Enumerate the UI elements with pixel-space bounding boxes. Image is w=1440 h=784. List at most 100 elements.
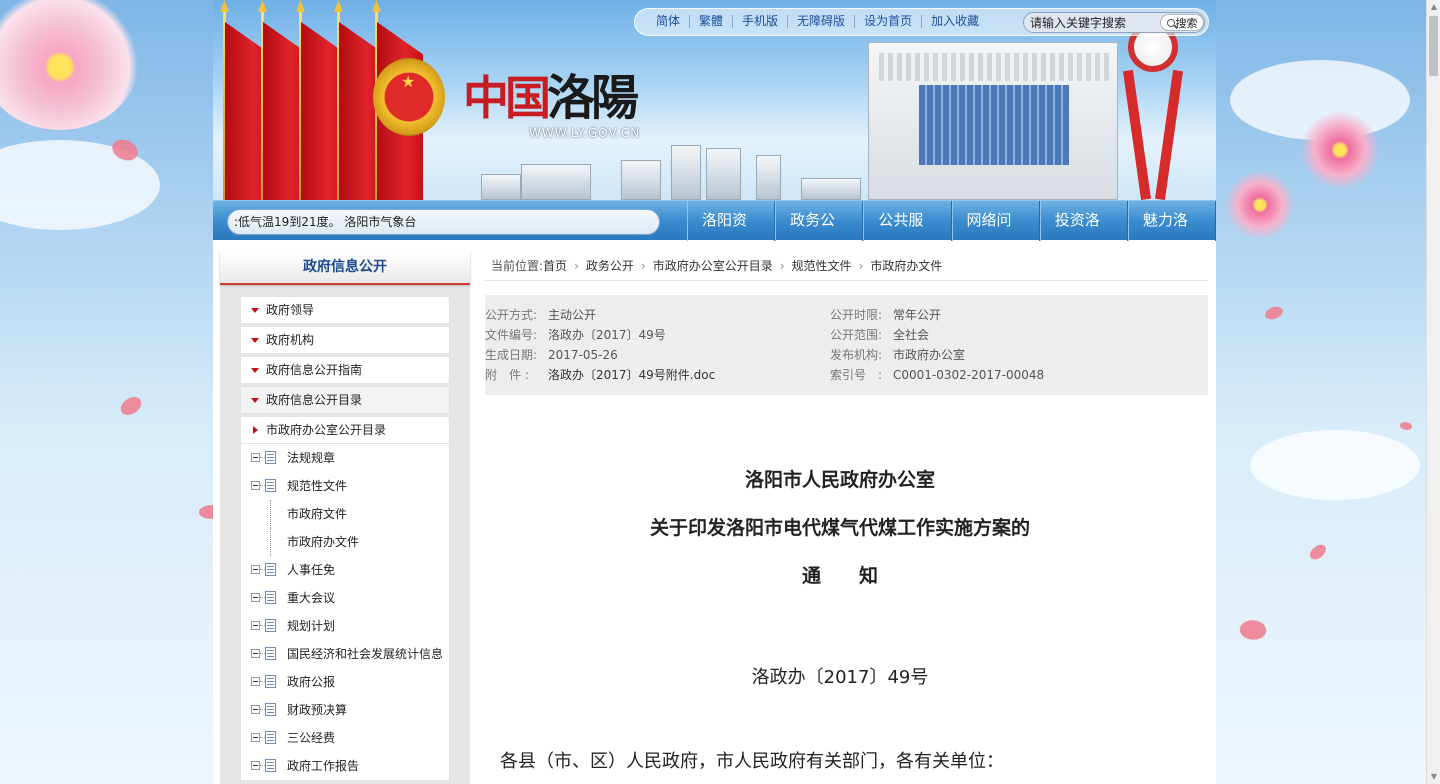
chevron-right-icon: › bbox=[640, 259, 646, 273]
tree-item-city-office-documents[interactable]: 市政府办文件 bbox=[241, 528, 449, 556]
tree-item-label: 政府工作报告 bbox=[287, 759, 360, 773]
breadcrumb-office-catalog[interactable]: 市政府办公室公开目录 bbox=[653, 259, 773, 273]
national-emblem-icon bbox=[373, 58, 445, 136]
breadcrumb-home[interactable]: 首页 bbox=[543, 259, 567, 273]
tree-expand-icon[interactable] bbox=[251, 705, 260, 714]
document-icon bbox=[265, 451, 276, 464]
sidebar-item-label: 市政府办公室公开目录 bbox=[266, 423, 387, 437]
meta-document-number: 文件编号: 洛政办〔2017〕49号 bbox=[485, 328, 666, 342]
tree-item-label: 政府公报 bbox=[287, 675, 336, 689]
attachment-link[interactable]: 洛政办〔2017〕49号附件.doc bbox=[548, 368, 715, 382]
breadcrumb-office-documents[interactable]: 市政府办文件 bbox=[870, 259, 942, 273]
tree-item-label: 三公经费 bbox=[287, 731, 336, 745]
petal-decoration bbox=[1307, 541, 1329, 563]
document-icon bbox=[265, 479, 276, 492]
expand-triangle-icon bbox=[251, 398, 259, 403]
peony-flower-decoration bbox=[1300, 110, 1380, 190]
tree-item-label: 规范性文件 bbox=[287, 479, 348, 493]
document-icon bbox=[265, 759, 276, 772]
sidebar-item-label: 政府领导 bbox=[266, 303, 315, 317]
petal-decoration bbox=[117, 394, 145, 418]
tree-expand-icon[interactable] bbox=[251, 733, 260, 742]
expand-triangle-icon bbox=[251, 308, 259, 313]
tree-item-personnel[interactable]: 人事任免 bbox=[241, 556, 449, 584]
site-logo[interactable]: 中国洛陽 bbox=[463, 58, 639, 128]
meta-disclosure-method: 公开方式: 主动公开 bbox=[485, 308, 597, 322]
tree-item-regulations[interactable]: 法规规章 bbox=[241, 444, 449, 472]
chevron-right-icon: › bbox=[779, 259, 785, 273]
search-button[interactable]: 搜索 bbox=[1160, 14, 1204, 31]
peony-flower-decoration bbox=[1225, 170, 1295, 240]
document-icon bbox=[265, 619, 276, 632]
page-container: ★ 中国洛陽 WWW.LY.GOV.CN 简体 繁體 手机版 无障碍版 设为首页… bbox=[213, 0, 1217, 784]
logo-url: WWW.LY.GOV.CN bbox=[529, 126, 641, 140]
tree-item-city-government-documents[interactable]: 市政府文件 bbox=[241, 500, 449, 528]
meta-disclosure-period: 公开时限: 常年公开 bbox=[830, 308, 942, 322]
sidebar-item-label: 政府机构 bbox=[266, 333, 315, 347]
link-mobile[interactable]: 手机版 bbox=[732, 15, 787, 28]
document-icon bbox=[265, 563, 276, 576]
tree-expand-icon[interactable] bbox=[251, 761, 260, 770]
document-title-line-2: 关于印发洛阳市电代煤气代煤工作实施方案的 bbox=[649, 517, 1030, 539]
emblem-star-icon: ★ bbox=[401, 72, 416, 91]
tree-expand-icon[interactable] bbox=[251, 453, 260, 462]
nav-invest-luoyang[interactable]: 投资洛阳 bbox=[1039, 201, 1128, 267]
search-box: 搜索 bbox=[1023, 12, 1205, 33]
nav-online-inquiry[interactable]: 网络问政 bbox=[951, 201, 1040, 267]
search-input[interactable] bbox=[1030, 15, 1158, 30]
weather-ticker: :低气温19到21度。 洛阳市气象台 bbox=[227, 209, 660, 235]
tree-item-normative-documents[interactable]: 规范性文件 bbox=[241, 472, 449, 500]
peony-flower-decoration bbox=[0, 0, 140, 130]
tree-item-label: 市政府文件 bbox=[287, 507, 348, 521]
tree-item-label: 财政预决算 bbox=[287, 703, 348, 717]
sidebar-item-disclosure-guide[interactable]: 政府信息公开指南 bbox=[240, 356, 450, 384]
scroll-up-arrow-icon[interactable]: ▲ bbox=[1427, 0, 1440, 14]
link-accessible[interactable]: 无障碍版 bbox=[787, 15, 854, 28]
tree-item-work-report[interactable]: 政府工作报告 bbox=[241, 752, 449, 780]
tree-expand-icon[interactable] bbox=[251, 621, 260, 630]
collapse-triangle-icon bbox=[253, 426, 258, 434]
tree-item-major-meetings[interactable]: 重大会议 bbox=[241, 584, 449, 612]
tree-item-government-gazette[interactable]: 政府公报 bbox=[241, 668, 449, 696]
nav-luoyang-news[interactable]: 洛阳资讯 bbox=[687, 201, 776, 267]
nav-public-service[interactable]: 公共服务 bbox=[863, 201, 952, 267]
link-add-favorite[interactable]: 加入收藏 bbox=[921, 15, 988, 28]
tree-expand-icon[interactable] bbox=[251, 593, 260, 602]
sidebar-item-label: 政府信息公开目录 bbox=[266, 393, 363, 407]
tree-item-label: 国民经济和社会发展统计信息 bbox=[287, 647, 444, 661]
tree-item-label: 市政府办文件 bbox=[287, 535, 360, 549]
tree-item-statistics[interactable]: 国民经济和社会发展统计信息 bbox=[241, 640, 449, 668]
tree-expand-icon[interactable] bbox=[251, 649, 260, 658]
tree-item-budget[interactable]: 财政预决算 bbox=[241, 696, 449, 724]
breadcrumb-normative-documents[interactable]: 规范性文件 bbox=[792, 259, 852, 273]
sidebar-item-government-agencies[interactable]: 政府机构 bbox=[240, 326, 450, 354]
link-set-homepage[interactable]: 设为首页 bbox=[854, 15, 921, 28]
catalog-tree: 法规规章 规范性文件 市政府文件 市政府办文件 人事任免 重大会议 规划计划 国… bbox=[240, 444, 450, 781]
link-simplified[interactable]: 简体 bbox=[647, 15, 689, 28]
page-scrollbar[interactable]: ▲ ▼ bbox=[1426, 0, 1440, 784]
cloud-decoration bbox=[1250, 430, 1420, 500]
breadcrumb-government-affairs[interactable]: 政务公开 bbox=[586, 259, 634, 273]
document-salutation: 各县（市、区）人民政府，市人民政府有关部门，各有关单位： bbox=[500, 751, 1004, 772]
tree-expand-icon[interactable] bbox=[251, 481, 260, 490]
sidebar-item-government-leaders[interactable]: 政府领导 bbox=[240, 296, 450, 324]
tree-item-three-public-expenses[interactable]: 三公经费 bbox=[241, 724, 449, 752]
scrollbar-thumb[interactable] bbox=[1429, 16, 1438, 76]
header-banner: ★ 中国洛陽 WWW.LY.GOV.CN 简体 繁體 手机版 无障碍版 设为首页… bbox=[213, 0, 1216, 200]
sidebar-item-office-catalog[interactable]: 市政府办公室公开目录 bbox=[240, 416, 450, 444]
sidebar-item-disclosure-catalog[interactable]: 政府信息公开目录 bbox=[240, 386, 450, 414]
tree-item-label: 重大会议 bbox=[287, 591, 336, 605]
tree-expand-icon[interactable] bbox=[251, 677, 260, 686]
tower-sculpture-image bbox=[1118, 22, 1188, 200]
tree-item-plans[interactable]: 规划计划 bbox=[241, 612, 449, 640]
nav-charm-luoyang[interactable]: 魅力洛阳 bbox=[1127, 201, 1217, 267]
expand-triangle-icon bbox=[251, 368, 259, 373]
link-traditional[interactable]: 繁體 bbox=[689, 15, 732, 28]
petal-decoration bbox=[1237, 616, 1269, 644]
breadcrumb-prefix: 当前位置: bbox=[491, 259, 544, 273]
nav-government-affairs[interactable]: 政务公开 bbox=[775, 201, 864, 267]
scroll-down-arrow-icon[interactable]: ▼ bbox=[1427, 770, 1440, 784]
tree-expand-icon[interactable] bbox=[251, 565, 260, 574]
meta-issuing-agency: 发布机构: 市政府办公室 bbox=[830, 348, 966, 362]
main-nav-bar: :低气温19到21度。 洛阳市气象台 洛阳资讯 政务公开 公共服务 网络问政 投… bbox=[213, 200, 1217, 267]
